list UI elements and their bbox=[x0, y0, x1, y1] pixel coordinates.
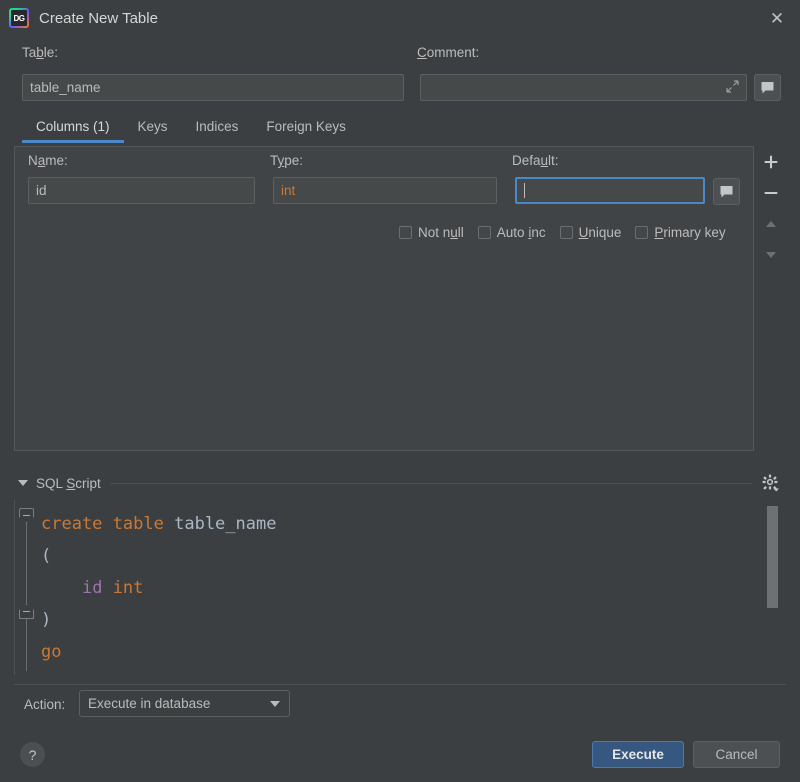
title-bar: Create New Table ✕ bbox=[0, 0, 800, 36]
fold-region-line bbox=[26, 508, 27, 671]
comment-bubble-icon[interactable] bbox=[754, 74, 781, 101]
tab-columns-label: Columns (1) bbox=[36, 119, 110, 134]
code-line-5: go bbox=[41, 642, 62, 662]
action-dropdown-value: Execute in database bbox=[88, 696, 211, 711]
comment-label: Comment: bbox=[417, 45, 480, 60]
code-line-1: create table table_name bbox=[41, 514, 277, 534]
checkbox-primary-key[interactable]: Primary key bbox=[635, 225, 726, 240]
column-type-input[interactable]: int bbox=[273, 177, 497, 204]
close-icon[interactable]: ✕ bbox=[754, 0, 800, 36]
move-column-down-button[interactable] bbox=[755, 239, 786, 270]
checkbox-unique-box[interactable] bbox=[559, 226, 573, 239]
move-column-up-button[interactable] bbox=[755, 208, 786, 239]
column-name-input[interactable]: id bbox=[28, 177, 255, 204]
table-name-value: table_name bbox=[30, 80, 101, 95]
column-default-input[interactable] bbox=[515, 177, 705, 204]
column-name-value: id bbox=[36, 183, 47, 198]
create-new-table-dialog: Create New Table ✕ Table: table_name Com… bbox=[0, 0, 800, 782]
footer-divider bbox=[14, 684, 786, 685]
tab-foreign-keys-label: Foreign Keys bbox=[266, 119, 346, 134]
execute-button[interactable]: Execute bbox=[592, 741, 684, 768]
sql-scrollbar-thumb[interactable] bbox=[767, 506, 778, 608]
editor-gutter bbox=[15, 500, 37, 675]
action-label: Action: bbox=[24, 697, 66, 712]
checkbox-unique-label: Unique bbox=[578, 225, 622, 240]
columns-toolbar bbox=[755, 146, 786, 451]
checkbox-auto-inc-box[interactable] bbox=[477, 226, 491, 239]
sql-scrollbar-track[interactable] bbox=[767, 500, 782, 675]
checkbox-auto-inc[interactable]: Auto inc bbox=[477, 225, 546, 240]
fold-start-icon[interactable] bbox=[19, 508, 34, 523]
checkbox-not-null-box[interactable] bbox=[399, 226, 412, 239]
code-line-2: ( bbox=[41, 546, 52, 566]
column-type-value: int bbox=[281, 183, 296, 198]
tab-columns[interactable]: Columns (1) bbox=[22, 114, 124, 143]
header-divider bbox=[110, 482, 752, 484]
code-line-4: ) bbox=[41, 610, 52, 630]
column-name-label: Name: bbox=[28, 153, 68, 168]
gear-icon[interactable] bbox=[760, 472, 782, 494]
sql-code: create table table_name ( id int ) go bbox=[41, 508, 768, 668]
page-title: Create New Table bbox=[39, 9, 158, 27]
action-dropdown[interactable]: Execute in database bbox=[79, 690, 290, 717]
tab-indices[interactable]: Indices bbox=[182, 114, 253, 143]
column-type-label: Type: bbox=[270, 153, 304, 168]
checkbox-not-null-label: Not null bbox=[418, 225, 464, 240]
text-caret bbox=[524, 183, 525, 198]
remove-column-button[interactable] bbox=[755, 177, 786, 208]
help-button[interactable]: ? bbox=[20, 742, 45, 767]
cancel-button[interactable]: Cancel bbox=[693, 741, 780, 768]
table-label: Table: bbox=[22, 45, 59, 60]
datagrip-logo-icon bbox=[9, 8, 29, 28]
checkbox-primary-key-label: Primary key bbox=[654, 225, 726, 240]
tab-bar: Columns (1) Keys Indices Foreign Keys bbox=[22, 114, 360, 143]
tab-keys[interactable]: Keys bbox=[124, 114, 182, 143]
checkbox-not-null[interactable]: Not null bbox=[399, 225, 464, 240]
add-column-button[interactable] bbox=[755, 146, 786, 177]
chevron-down-icon bbox=[270, 700, 280, 707]
checkbox-auto-inc-label: Auto inc bbox=[496, 225, 546, 240]
expand-icon[interactable] bbox=[726, 79, 739, 96]
code-line-3: id int bbox=[81, 578, 144, 598]
tab-foreign-keys[interactable]: Foreign Keys bbox=[252, 114, 360, 143]
fold-end-icon[interactable] bbox=[19, 604, 34, 619]
sql-script-header: SQL Script bbox=[18, 473, 782, 493]
default-comment-bubble-icon[interactable] bbox=[713, 178, 740, 205]
triangle-down-icon[interactable] bbox=[18, 480, 28, 486]
column-flags: Not null Auto inc Unique Primary key bbox=[399, 225, 726, 240]
sql-script-editor[interactable]: create table table_name ( id int ) go bbox=[14, 500, 786, 675]
comment-input[interactable] bbox=[420, 74, 747, 101]
checkbox-primary-key-box[interactable] bbox=[635, 226, 649, 239]
sql-script-title: SQL Script bbox=[36, 475, 101, 491]
checkbox-unique[interactable]: Unique bbox=[559, 225, 622, 240]
tab-keys-label: Keys bbox=[137, 119, 168, 134]
column-default-label: Default: bbox=[512, 153, 559, 168]
tab-indices-label: Indices bbox=[195, 119, 239, 134]
table-name-input[interactable]: table_name bbox=[22, 74, 404, 101]
